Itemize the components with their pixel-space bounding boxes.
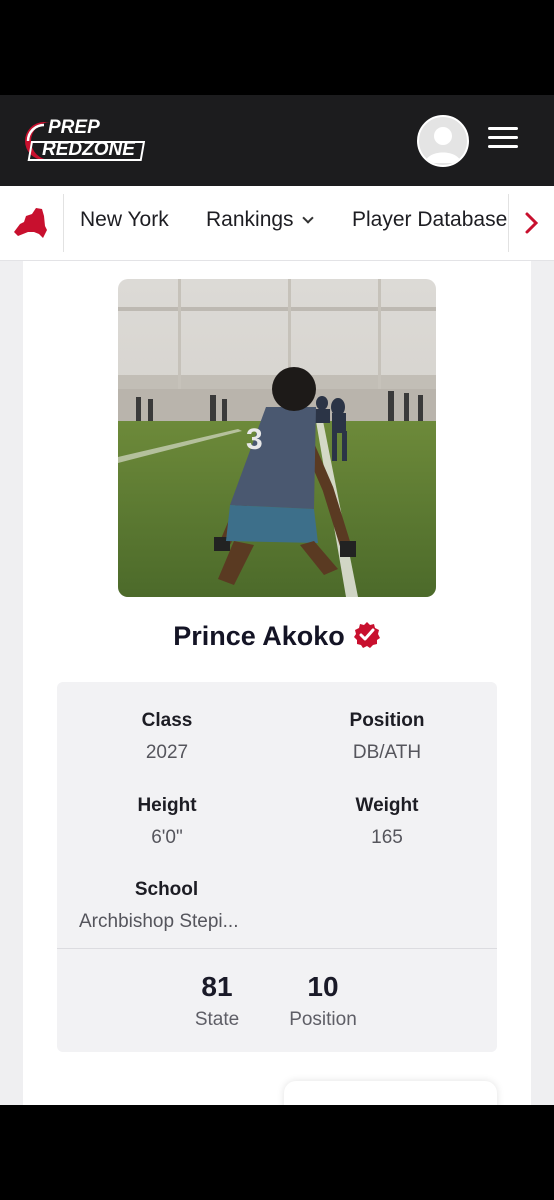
school-label: School	[134, 879, 199, 900]
position-value: DB/ATH	[352, 742, 422, 763]
school-value[interactable]: Archbishop Stepi...	[79, 911, 279, 933]
class-value: 2027	[145, 742, 189, 763]
top-header: PREP REDZONE	[0, 95, 554, 186]
user-avatar-icon[interactable]	[417, 115, 469, 167]
logo-text-redzone: REDZONE	[42, 139, 135, 160]
class-stat: Class 2027	[77, 710, 257, 764]
subnav-divider	[63, 194, 64, 252]
player-photo[interactable]: 3	[118, 279, 436, 597]
chevron-down-icon	[301, 212, 314, 224]
weight-stat: Weight 165	[297, 795, 477, 849]
hamburger-menu-icon[interactable]	[488, 127, 518, 151]
player-card: 3 Prince Akoko Class 2027 Position DB/AT…	[23, 261, 531, 1105]
height-stat: Height 6'0"	[77, 795, 257, 849]
chevron-right-icon[interactable]	[520, 208, 544, 238]
state-rank[interactable]: 81 State	[167, 971, 267, 1031]
height-value: 6'0"	[151, 827, 183, 848]
state-rank-value: 81	[201, 971, 233, 1002]
new-york-state-icon[interactable]	[12, 206, 50, 240]
position-label: Position	[349, 710, 425, 731]
position-rank[interactable]: 10 Position	[273, 971, 373, 1031]
nav-rankings[interactable]: Rankings	[206, 208, 314, 232]
position-rank-value: 10	[307, 971, 339, 1002]
position-stat: Position DB/ATH	[297, 710, 477, 764]
player-name-row: Prince Akoko	[23, 621, 531, 652]
sub-navigation: New York Rankings Player Database	[0, 186, 554, 261]
position-rank-label: Position	[289, 1009, 357, 1030]
prep-redzone-logo[interactable]: PREP REDZONE	[22, 117, 150, 163]
logo-text-prep: PREP	[48, 117, 100, 138]
info-divider	[57, 948, 497, 949]
subnav-divider-right	[508, 194, 509, 252]
school-stat: School Archbishop Stepi...	[79, 879, 279, 933]
player-name: Prince Akoko	[173, 621, 345, 651]
nav-rankings-label: Rankings	[206, 208, 294, 231]
height-label: Height	[137, 795, 197, 816]
nav-player-database[interactable]: Player Database	[352, 208, 507, 232]
jersey-number: 3	[246, 423, 263, 456]
profile-content: 3 Prince Akoko Class 2027 Position DB/AT…	[0, 261, 554, 1105]
avatar-silhouette	[425, 127, 461, 163]
floating-card[interactable]	[284, 1081, 497, 1105]
weight-value: 165	[371, 827, 403, 848]
nav-new-york[interactable]: New York	[80, 208, 169, 232]
state-rank-label: State	[194, 1009, 240, 1030]
verified-badge-icon	[353, 621, 381, 649]
weight-label: Weight	[355, 795, 419, 816]
player-info-panel: Class 2027 Position DB/ATH Height 6'0" W…	[57, 682, 497, 1052]
class-label: Class	[141, 710, 193, 731]
